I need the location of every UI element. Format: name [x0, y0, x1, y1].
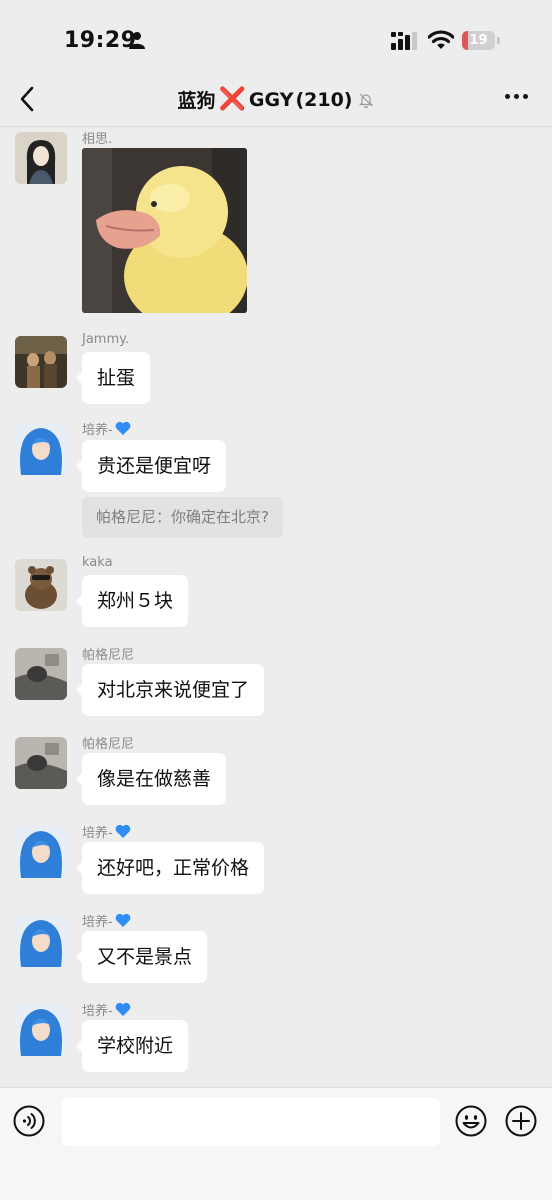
- avatar[interactable]: [15, 559, 67, 611]
- chat-title: 蓝狗 ❌ GGY (210): [0, 86, 552, 113]
- voice-icon[interactable]: [13, 1105, 45, 1137]
- wifi-icon: [428, 30, 454, 49]
- chat-title-prefix: 蓝狗: [177, 90, 216, 112]
- battery-level-text: 19: [469, 33, 488, 48]
- message-input[interactable]: [62, 1098, 440, 1146]
- sender-name: 培养-: [82, 911, 131, 930]
- input-bar: [0, 1087, 552, 1200]
- emoji-icon[interactable]: [455, 1105, 487, 1137]
- blue-heart-icon: [115, 1002, 131, 1016]
- quoted-message[interactable]: 帕格尼尼：你确定在北京?: [82, 497, 283, 538]
- message-bubble[interactable]: 贵还是便宜呀: [75, 440, 227, 492]
- avatar[interactable]: [15, 648, 67, 700]
- avatar[interactable]: [15, 915, 67, 967]
- message-bubble[interactable]: 扯蛋: [75, 352, 151, 404]
- member-count: (210): [295, 88, 353, 111]
- blue-heart-icon: [115, 913, 131, 927]
- chat-title-suffix: GGY: [248, 88, 294, 111]
- sender-name: 帕格尼尼: [82, 737, 135, 752]
- avatar[interactable]: [15, 826, 67, 878]
- bell-off-icon: [359, 93, 374, 108]
- blue-heart-icon: [115, 421, 131, 435]
- cellular-signal-icon: [391, 32, 417, 50]
- message-bubble[interactable]: 学校附近: [75, 1020, 189, 1072]
- avatar[interactable]: [15, 132, 67, 184]
- sender-name: 帕格尼尼: [82, 648, 135, 663]
- avatar[interactable]: [15, 737, 67, 789]
- battery-indicator: 19: [462, 31, 500, 50]
- sender-name: kaka: [82, 555, 113, 570]
- message-bubble[interactable]: 还好吧，正常价格: [75, 842, 265, 894]
- message-bubble[interactable]: 对北京来说便宜了: [75, 664, 265, 716]
- sender-name: 相思.: [82, 132, 113, 147]
- chat-header: 蓝狗 ❌ GGY (210): [0, 74, 552, 127]
- sender-name: 培养-: [82, 419, 131, 438]
- duck-sticker[interactable]: [82, 148, 247, 313]
- red-x-emoji: ❌: [218, 86, 246, 112]
- more-dots-icon[interactable]: [505, 94, 529, 102]
- avatar[interactable]: [15, 423, 67, 475]
- blue-heart-icon: [115, 824, 131, 838]
- sender-name: 培养-: [82, 1000, 131, 1019]
- message-bubble[interactable]: 像是在做慈善: [75, 753, 227, 805]
- sender-name: Jammy.: [82, 332, 130, 347]
- message-bubble[interactable]: 郑州５块: [75, 575, 189, 627]
- sender-name: 培养-: [82, 822, 131, 841]
- message-bubble[interactable]: 又不是景点: [75, 931, 208, 983]
- status-time: 19:29: [64, 28, 137, 53]
- person-icon: [129, 32, 145, 49]
- avatar[interactable]: [15, 336, 67, 388]
- plus-icon[interactable]: [505, 1105, 537, 1137]
- avatar[interactable]: [15, 1004, 67, 1056]
- status-bar: 19:29 19: [0, 0, 552, 80]
